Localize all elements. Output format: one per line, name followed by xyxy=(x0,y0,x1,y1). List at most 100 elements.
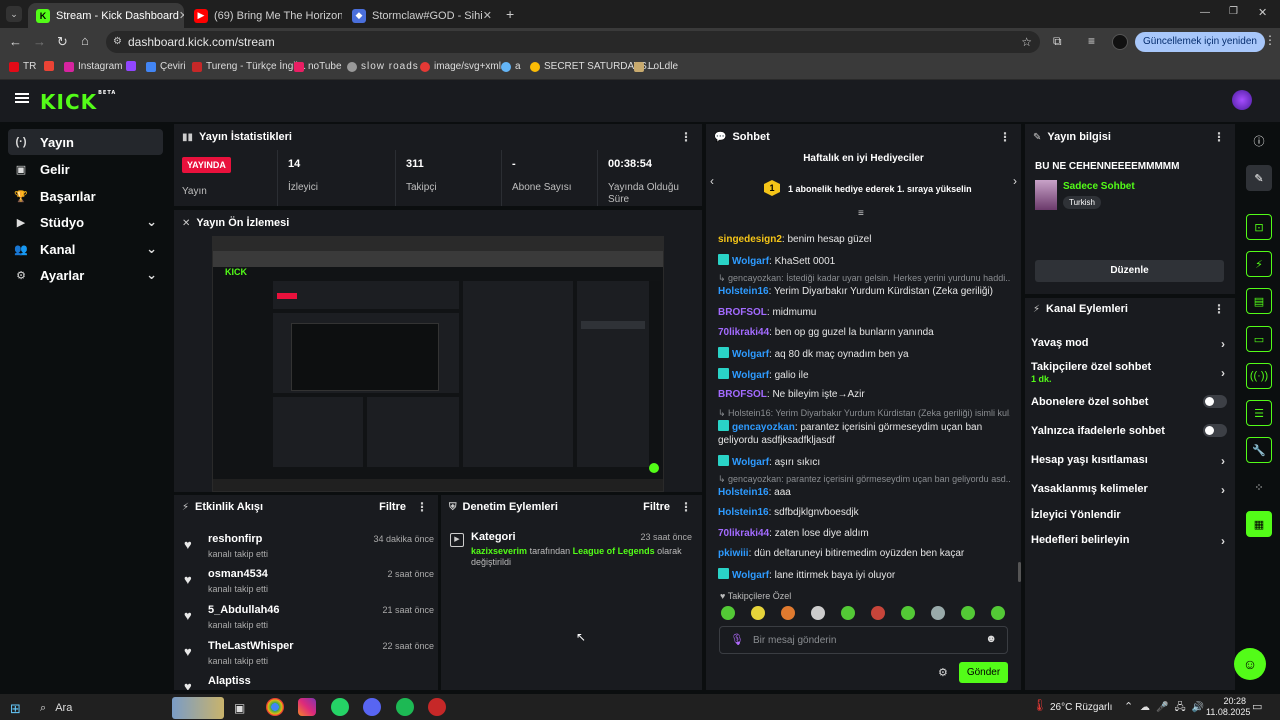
minimize-button[interactable]: — xyxy=(1200,7,1210,18)
stats-icon[interactable]: ▤ xyxy=(1246,288,1272,314)
chat-bubble-icon[interactable]: ▭ xyxy=(1246,326,1272,352)
chat-username[interactable]: BROFSOL xyxy=(718,307,767,318)
emote-icon[interactable] xyxy=(931,606,945,620)
grid-icon[interactable]: ⁘ xyxy=(1246,474,1272,500)
bookmark-tr[interactable]: TR xyxy=(9,61,36,72)
chat-username[interactable]: Wolgarf xyxy=(732,570,769,581)
emote-icon[interactable] xyxy=(721,606,735,620)
tab-kick-dashboard[interactable]: K Stream - Kick Dashboard ✕ xyxy=(28,3,184,28)
emote-icon[interactable] xyxy=(841,606,855,620)
bookmark-slow-roads[interactable]: slow roads xyxy=(347,61,419,72)
tab-stormclaw[interactable]: ◆ Stormclaw#GOD - Sihirdar İstat... ✕ xyxy=(344,3,500,28)
collapse-icon[interactable]: ≡ xyxy=(858,208,864,219)
sidebar-item-studyo[interactable]: ▶ Stüdyo ⌄ xyxy=(8,209,163,235)
sidebar-item-kanal[interactable]: 👥 Kanal ⌄ xyxy=(8,236,163,262)
url-bar[interactable]: ⚙ dashboard.kick.com/stream ☆ xyxy=(106,31,1040,53)
emoji-icon[interactable]: ☻ xyxy=(985,633,997,645)
chevron-left-icon[interactable]: ‹ xyxy=(710,174,714,188)
task-view-icon[interactable]: ▣ xyxy=(234,701,245,715)
profile-avatar[interactable] xyxy=(1112,34,1128,50)
emote-icon[interactable] xyxy=(751,606,765,620)
spotify-taskbar-icon[interactable] xyxy=(396,698,414,716)
bookmark-notube[interactable]: noTube xyxy=(294,61,342,72)
edit-button[interactable]: Düzenle xyxy=(1035,260,1224,282)
forward-icon[interactable]: → xyxy=(33,34,46,49)
emote-icon[interactable] xyxy=(961,606,975,620)
banned-words-item[interactable]: Yasaklanmış kelimeler › xyxy=(1031,483,1231,497)
emote-icon[interactable] xyxy=(901,606,915,620)
media-control-icon[interactable]: ≡ xyxy=(1088,34,1095,48)
more-icon[interactable]: ⋮ xyxy=(1213,130,1225,144)
bookmark-image-svg[interactable]: image/svg+xml xyxy=(420,61,501,72)
followers-chat-item[interactable]: Takipçilere özel sohbet 1 dk. › xyxy=(1031,361,1231,385)
tab-search-button[interactable]: ⌄ xyxy=(6,6,22,22)
system-tray-icons[interactable]: ☁🎤🖧🔊 xyxy=(1140,700,1210,717)
more-icon[interactable]: ⋮ xyxy=(1213,302,1225,316)
more-icon[interactable]: ⋮ xyxy=(999,130,1011,144)
bookmark-ceviri[interactable]: Çeviri xyxy=(146,61,186,72)
activity-filter-button[interactable]: Filtre xyxy=(379,501,406,513)
site-info-icon[interactable]: ⚙ xyxy=(113,31,122,53)
gear-icon[interactable]: ⚙ xyxy=(938,666,948,679)
chat-username[interactable]: Holstein16 xyxy=(718,487,769,498)
lightning-icon[interactable]: ⚡ xyxy=(1246,251,1272,277)
emote-icon[interactable] xyxy=(811,606,825,620)
sidebar-item-yayin[interactable]: (·) Yayın xyxy=(8,129,163,155)
slow-mode-item[interactable]: Yavaş mod › xyxy=(1031,337,1231,351)
bookmark-twitch[interactable] xyxy=(126,61,140,71)
clock[interactable]: 20:28 11.08.2025 xyxy=(1206,696,1250,718)
sidebar-item-basarilar[interactable]: 🏆 Başarılar xyxy=(8,183,163,209)
send-button[interactable]: Gönder xyxy=(959,662,1008,683)
bookmark-gmail[interactable] xyxy=(44,61,58,71)
info-icon[interactable]: ⓘ xyxy=(1246,128,1272,154)
chat-username[interactable]: singedesign2 xyxy=(718,234,782,245)
chat-username[interactable]: Holstein16 xyxy=(718,286,769,297)
moderation-filter-button[interactable]: Filtre xyxy=(643,501,670,513)
emote-icon[interactable] xyxy=(991,606,1005,620)
close-icon[interactable]: ✕ xyxy=(179,9,184,22)
taskbar-search[interactable]: ⌕ Ara xyxy=(40,702,72,715)
preview-icon[interactable]: ⊡ xyxy=(1246,214,1272,240)
chat-username[interactable]: Wolgarf xyxy=(732,349,769,360)
chat-username[interactable]: 70likraki44 xyxy=(718,327,769,338)
support-icon[interactable]: ☺ xyxy=(1234,648,1266,680)
chat-scrollbar[interactable] xyxy=(1018,562,1021,582)
more-icon[interactable]: ⋮ xyxy=(680,500,692,514)
instagram-taskbar-icon[interactable] xyxy=(298,698,316,716)
sidebar-item-gelir[interactable]: ▣ Gelir xyxy=(8,156,163,182)
tab-youtube[interactable]: ▶ (69) Bring Me The Horizon 🔈 ✕ xyxy=(186,3,342,28)
window-close-button[interactable]: ✕ xyxy=(1258,6,1267,19)
more-icon[interactable]: ⋮ xyxy=(680,130,692,144)
browser-menu-icon[interactable]: ⋮ xyxy=(1264,33,1276,47)
chat-username[interactable]: Wolgarf xyxy=(732,457,769,468)
update-restart-button[interactable]: Güncellemek için yeniden başlat xyxy=(1135,32,1265,67)
close-icon[interactable]: ✕ xyxy=(483,9,492,22)
extensions-icon[interactable]: ⧉ xyxy=(1053,34,1062,49)
emote-icon[interactable] xyxy=(871,606,885,620)
wrench-icon[interactable]: 🔧 xyxy=(1246,437,1272,463)
bookmark-loldle[interactable]: LoLdle xyxy=(634,61,678,72)
reload-icon[interactable]: ↻ xyxy=(57,34,68,50)
user-avatar[interactable] xyxy=(1232,90,1252,110)
broadcast-icon[interactable]: ((·)) xyxy=(1246,363,1272,389)
microphone-icon[interactable]: 🎙 xyxy=(730,633,744,646)
weather-text[interactable]: 26°C Rüzgarlı xyxy=(1050,702,1112,713)
stream-category[interactable]: Sadece Sohbet xyxy=(1063,181,1135,192)
pencil-icon[interactable]: ✎ xyxy=(1246,165,1272,191)
chat-username[interactable]: Holstein16 xyxy=(718,507,769,518)
emote-chat-toggle[interactable] xyxy=(1203,424,1227,437)
sidebar-item-ayarlar[interactable]: ⚙ Ayarlar ⌄ xyxy=(8,262,163,288)
maximize-button[interactable]: ❐ xyxy=(1229,6,1238,17)
layers-icon[interactable]: ☰ xyxy=(1246,400,1272,426)
set-goals-item[interactable]: Hedefleri belirleyin › xyxy=(1031,534,1231,548)
bookmark-tureng[interactable]: Tureng - Türkçe İngil... xyxy=(192,61,306,72)
more-icon[interactable]: ⋮ xyxy=(416,500,428,514)
chat-username[interactable]: gencayozkan xyxy=(732,422,795,433)
chat-input[interactable]: 🎙 Bir mesaj gönderin ☻ xyxy=(719,626,1008,654)
chat-username[interactable]: BROFSOL xyxy=(718,389,767,400)
chat-username[interactable]: 70likraki44 xyxy=(718,528,769,539)
chevron-up-icon[interactable]: ⌃ xyxy=(1124,700,1133,713)
clapper-icon[interactable]: ▦ xyxy=(1246,511,1272,537)
discord-taskbar-icon[interactable] xyxy=(363,698,381,716)
chat-username[interactable]: Wolgarf xyxy=(732,256,769,267)
